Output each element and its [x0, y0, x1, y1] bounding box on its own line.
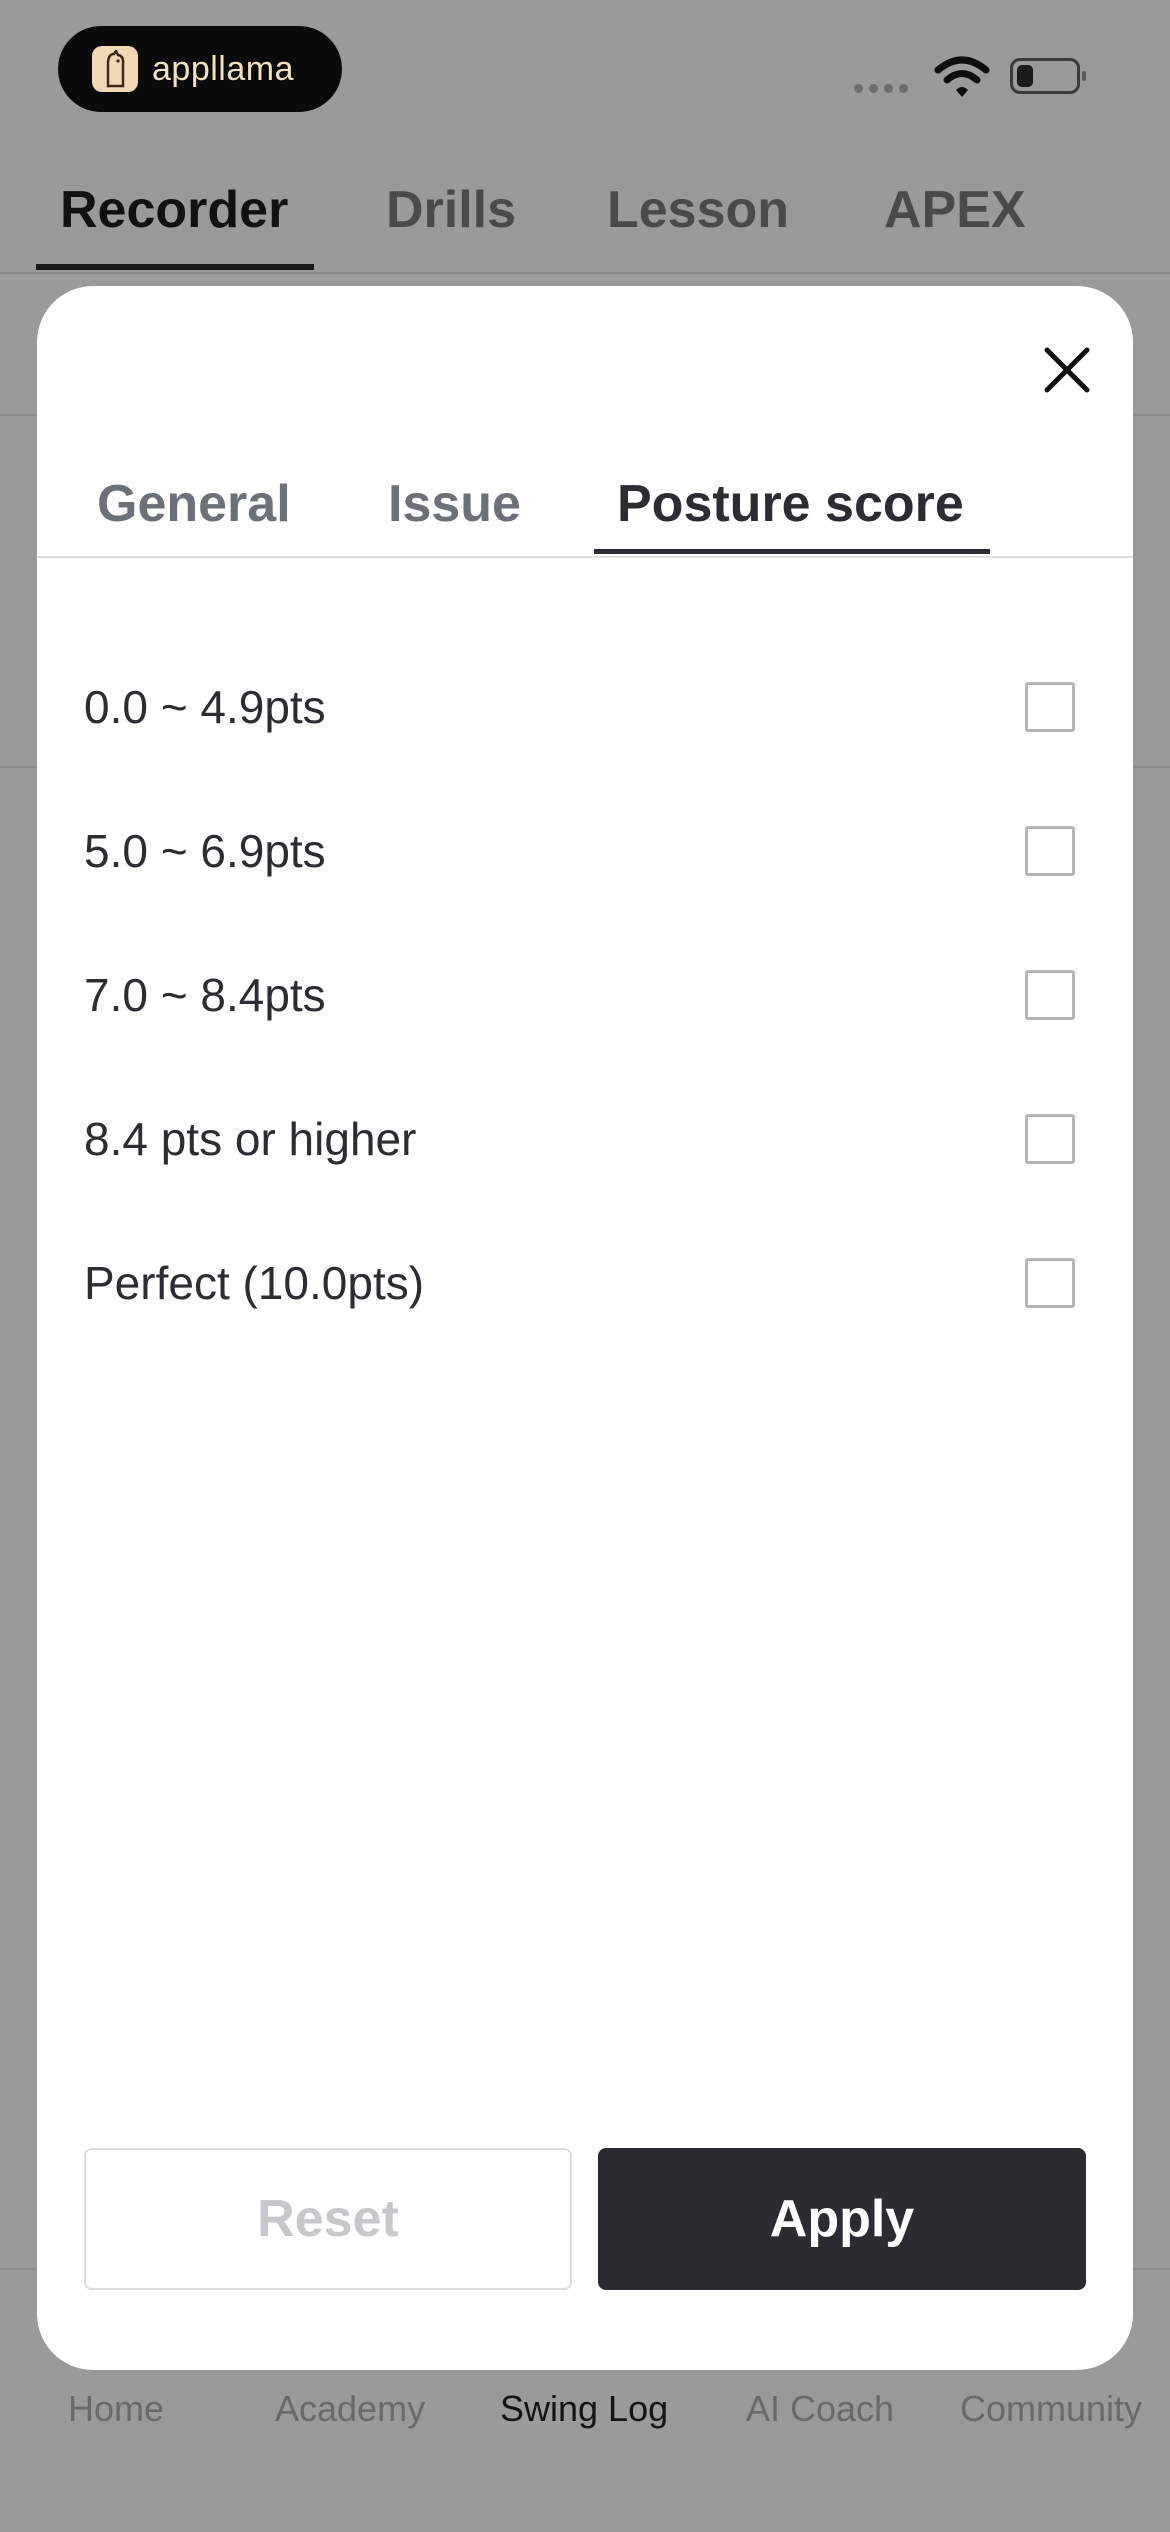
active-tab-indicator: [594, 549, 990, 554]
active-tab-indicator: [36, 264, 314, 270]
option-row[interactable]: Perfect (10.0pts): [37, 1212, 1133, 1356]
reset-button[interactable]: Reset: [84, 2148, 572, 2290]
option-checkbox[interactable]: [1025, 970, 1075, 1020]
filter-modal: General Issue Posture score 0.0 ~ 4.9pts…: [37, 286, 1133, 2370]
option-row[interactable]: 0.0 ~ 4.9pts: [37, 636, 1133, 780]
option-checkbox[interactable]: [1025, 682, 1075, 732]
tab-general[interactable]: General: [97, 474, 291, 534]
brand-pill: appllama: [58, 26, 342, 112]
nav-swing-log[interactable]: Swing Log: [500, 2388, 668, 2430]
nav-academy[interactable]: Academy: [275, 2388, 425, 2430]
brand-name: appllama: [152, 49, 294, 88]
bottom-nav: Home Academy Swing Log AI Coach Communit…: [0, 2370, 1170, 2470]
option-label: Perfect (10.0pts): [84, 1257, 425, 1309]
top-tab-bar: Recorder Drills Lesson APEX: [0, 150, 1170, 274]
option-label: 0.0 ~ 4.9pts: [84, 681, 326, 733]
apply-button[interactable]: Apply: [598, 2148, 1086, 2290]
filter-tab-bar: General Issue Posture score: [37, 456, 1133, 558]
tab-issue[interactable]: Issue: [388, 474, 521, 534]
option-row[interactable]: 7.0 ~ 8.4pts: [37, 924, 1133, 1068]
tab-recorder[interactable]: Recorder: [60, 180, 288, 240]
option-label: 8.4 pts or higher: [84, 1113, 417, 1165]
option-checkbox[interactable]: [1025, 826, 1075, 876]
signal-icon: [854, 84, 908, 93]
tab-posture-score[interactable]: Posture score: [617, 474, 964, 534]
nav-ai-coach[interactable]: AI Coach: [746, 2388, 894, 2430]
option-row[interactable]: 8.4 pts or higher: [37, 1068, 1133, 1212]
option-label: 7.0 ~ 8.4pts: [84, 969, 326, 1021]
tab-lesson[interactable]: Lesson: [607, 180, 789, 240]
option-row[interactable]: 5.0 ~ 6.9pts: [37, 780, 1133, 924]
option-label: 5.0 ~ 6.9pts: [84, 825, 326, 877]
tab-drills[interactable]: Drills: [386, 180, 516, 240]
wifi-icon: [934, 56, 990, 105]
nav-home[interactable]: Home: [68, 2388, 164, 2430]
tab-apex[interactable]: APEX: [884, 180, 1026, 240]
option-checkbox[interactable]: [1025, 1258, 1075, 1308]
close-icon[interactable]: [1037, 340, 1097, 400]
status-bar: appllama: [0, 0, 1170, 150]
battery-icon: [1010, 58, 1086, 94]
nav-community[interactable]: Community: [960, 2388, 1142, 2430]
llama-logo-icon: [92, 46, 138, 92]
option-checkbox[interactable]: [1025, 1114, 1075, 1164]
